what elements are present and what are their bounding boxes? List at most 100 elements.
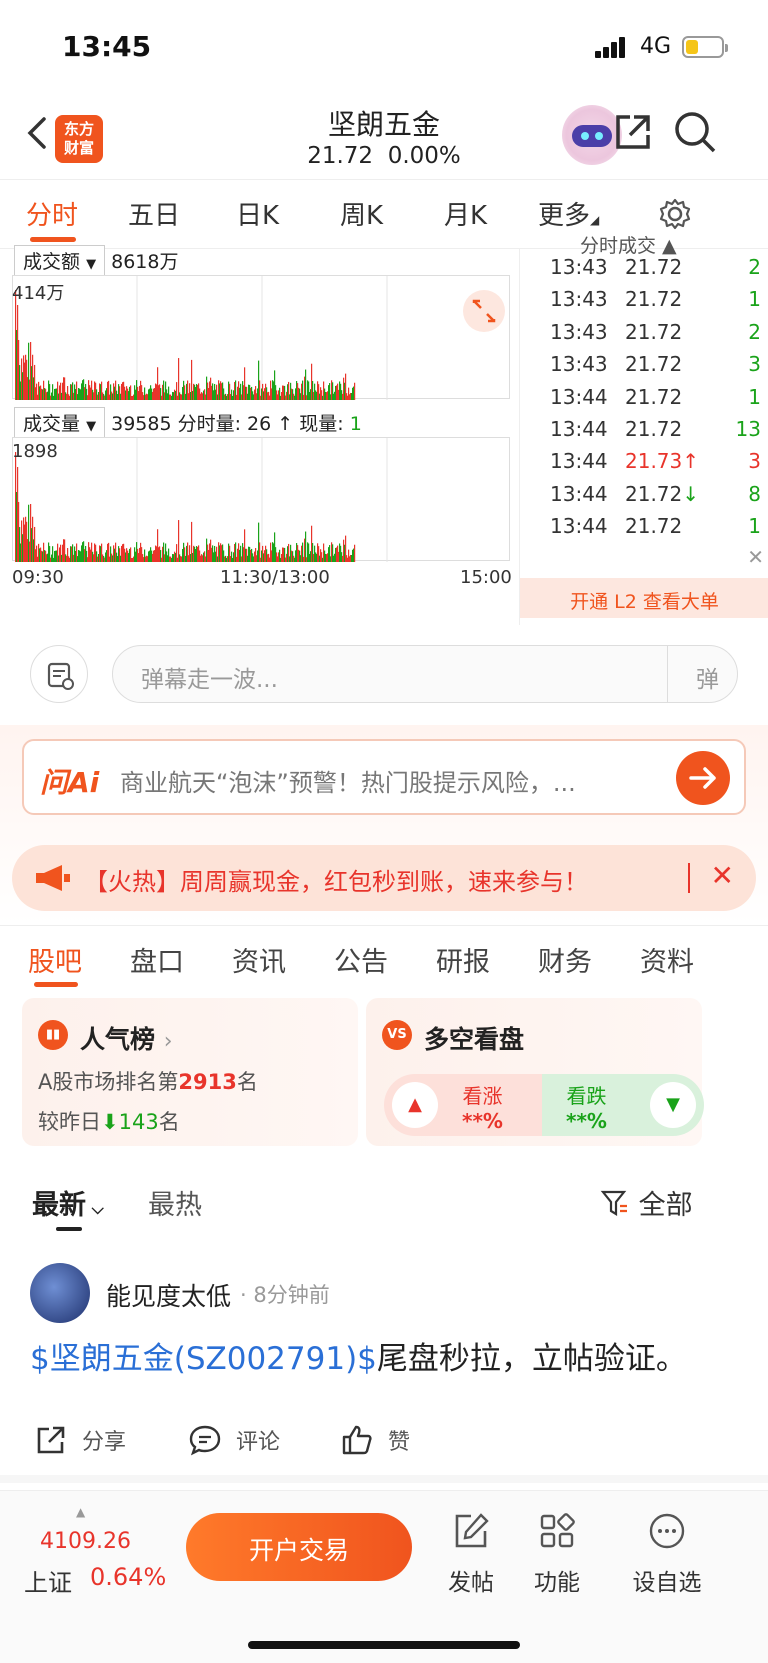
stock-change: 0.00% — [387, 143, 461, 169]
tick-time: 13:44 — [550, 417, 608, 441]
expand-index-icon[interactable]: ▲ — [76, 1505, 85, 1519]
amount-dropdown[interactable]: 成交额 ▼ — [14, 245, 106, 276]
sort-hottest[interactable]: 最热 — [148, 1183, 202, 1222]
tick-time: 13:43 — [550, 352, 608, 377]
vs-icon: VS — [382, 1020, 412, 1050]
tick-list: 分时成交 ▲ 13:43 21.72 2 13:43 21.72 1 13:43 21.72 2… — [519, 235, 768, 625]
tick-volume: 1 — [748, 384, 761, 409]
danmu-toggle-button[interactable]: 弹 — [667, 646, 737, 702]
post-item[interactable]: 能见度太低 · 8分钟前 $坚朗五金(SZ002791)$尾盘秒拉，立帖验证。 … — [0, 1253, 768, 1483]
amount-header: 成交额 ▼ 8618万 — [14, 245, 178, 276]
open-account-trade-button[interactable]: 开户交易 — [186, 1513, 412, 1581]
sentiment-card: VS 多空看盘 ▲ 看涨 **% 看跌 **% ▼ — [366, 998, 704, 1146]
sort-indicator — [56, 1227, 82, 1231]
index-value[interactable]: 4109.26 — [40, 1529, 131, 1554]
search-icon[interactable] — [672, 109, 718, 155]
close-icon[interactable]: ✕ — [711, 859, 734, 892]
tab-daily-k[interactable]: 日K — [236, 195, 279, 232]
comment-icon — [189, 1425, 221, 1456]
tick-price: 21.72 — [625, 287, 683, 312]
tick-price: 21.72 — [625, 352, 683, 377]
triangle-down-icon: ▼ — [650, 1082, 696, 1128]
tick-volume: 1 — [748, 287, 761, 312]
index-name: 上证 — [24, 1569, 72, 1597]
hot-event-text: 【火热】周周赢现金，红包秒到账，速来参与！ — [84, 868, 588, 896]
tab-more[interactable]: 更多◢ — [538, 195, 599, 232]
sort-latest[interactable]: 最新 ⌵ — [32, 1183, 104, 1222]
popularity-card[interactable]: ▮▮ 人气榜 › A股市场排名第2913名 较昨日⬇143名 — [22, 998, 358, 1146]
tick-row: 13:43 21.72 2 — [520, 316, 768, 350]
amount-bars-panel — [12, 275, 510, 400]
tab-guba[interactable]: 股吧 — [28, 940, 82, 979]
tick-row: 13:44 21.72 1 — [520, 510, 768, 544]
tick-row: 13:43 21.72 1 — [520, 283, 768, 317]
thumbs-up-icon — [342, 1425, 372, 1455]
tick-price: 21.72 — [625, 319, 683, 344]
filter-all[interactable]: 全部 — [600, 1183, 693, 1222]
tick-volume: 13 — [735, 417, 761, 441]
tick-row: 13:43 21.72 3 — [520, 348, 768, 382]
ranking-icon: ▮▮ — [38, 1020, 68, 1050]
volume-value: 39585 — [111, 413, 172, 435]
home-indicator — [248, 1641, 520, 1649]
battery-icon — [682, 36, 728, 58]
bottom-bar: ▲ 4109.26 上证 0.64% 开户交易 发帖 功能 设自选 — [0, 1490, 768, 1663]
tick-row: 13:43 21.72 2 — [520, 251, 768, 285]
danmu-input[interactable]: 弹幕走一波... 弹 — [112, 645, 738, 703]
vote-down-button[interactable]: 看跌 **% ▼ — [542, 1074, 704, 1136]
sentiment-title: 多空看盘 — [424, 1025, 525, 1054]
expand-icon[interactable] — [462, 289, 506, 333]
volume-info: 分时量: 26 ↑ 现量: — [177, 413, 344, 435]
ai-prompt-text: 商业航天“泡沫”预警！热门股提示风险，... — [120, 769, 576, 797]
signal-icon — [595, 36, 627, 58]
add-watchlist-button[interactable]: 设自选 — [622, 1511, 712, 1597]
network-type: 4G — [640, 34, 672, 59]
tick-volume: 8 — [748, 481, 761, 506]
tab-profile[interactable]: 资料 — [640, 940, 694, 979]
tick-row: 13:44 21.72 1 — [520, 381, 768, 415]
volume-header: 成交量 ▼ 39585 分时量: 26 ↑ 现量: 1 — [14, 407, 362, 438]
megaphone-icon — [36, 865, 70, 891]
tab-monthly-k[interactable]: 月K — [444, 195, 487, 232]
tick-time: 13:44 — [550, 481, 608, 506]
tab-announcement[interactable]: 公告 — [334, 940, 388, 979]
post-username[interactable]: 能见度太低 — [106, 1277, 231, 1313]
tick-volume: 3 — [748, 352, 761, 377]
share-button[interactable]: 分享 — [34, 1423, 126, 1457]
stock-tag-link[interactable]: $坚朗五金(SZ002791)$ — [30, 1341, 377, 1377]
arrow-right-icon[interactable] — [676, 751, 730, 805]
time-mid: 11:30/13:00 — [220, 567, 330, 588]
volume-bar — [354, 544, 356, 562]
close-l2-icon[interactable]: ✕ — [747, 545, 764, 569]
tab-weekly-k[interactable]: 周K — [340, 195, 383, 232]
tick-time: 13:43 — [550, 319, 608, 344]
status-bar: 13:45 4G — [0, 0, 768, 95]
share-icon[interactable] — [610, 109, 656, 155]
tab-pankou[interactable]: 盘口 — [130, 940, 184, 979]
tick-price: 21.72 — [625, 384, 683, 409]
tab-finance[interactable]: 财务 — [538, 940, 592, 979]
index-change: 0.64% — [90, 1563, 167, 1591]
tick-price: 21.73↑ — [625, 449, 700, 474]
like-button[interactable]: 赞 — [340, 1423, 410, 1457]
volume-dropdown[interactable]: 成交量 ▼ — [14, 407, 106, 438]
post-button[interactable]: 发帖 — [426, 1511, 516, 1597]
tick-price: 21.72 — [625, 417, 683, 441]
post-content: $坚朗五金(SZ002791)$尾盘秒拉，立帖验证。 — [30, 1341, 687, 1377]
danmu-settings-icon[interactable] — [30, 645, 88, 703]
info-cards: ▮▮ 人气榜 › A股市场排名第2913名 较昨日⬇143名 VS 多空看盘 ▲… — [0, 993, 768, 1153]
tab-news[interactable]: 资讯 — [232, 940, 286, 979]
tab-intraday[interactable]: 分时 — [26, 195, 78, 232]
l2-upgrade-banner[interactable]: 开通 L2 查看大单 — [520, 578, 768, 618]
functions-button[interactable]: 功能 — [512, 1511, 602, 1597]
tab-research[interactable]: 研报 — [436, 940, 490, 979]
settings-icon[interactable] — [658, 197, 692, 231]
comment-button[interactable]: 评论 — [188, 1423, 280, 1457]
hot-event-banner[interactable]: 【火热】周周赢现金，红包秒到账，速来参与！ ✕ — [12, 845, 756, 911]
ai-question-bar[interactable]: 问Ai 商业航天“泡沫”预警！热门股提示风险，... — [22, 739, 746, 815]
vote-up-button[interactable]: ▲ 看涨 **% — [384, 1074, 546, 1136]
avatar[interactable] — [30, 1263, 90, 1323]
more-icon — [649, 1513, 685, 1549]
tab-five-day[interactable]: 五日 — [128, 195, 180, 232]
stock-header: 东方 财富 坚朗五金 21.72 0.00% — [0, 95, 768, 180]
